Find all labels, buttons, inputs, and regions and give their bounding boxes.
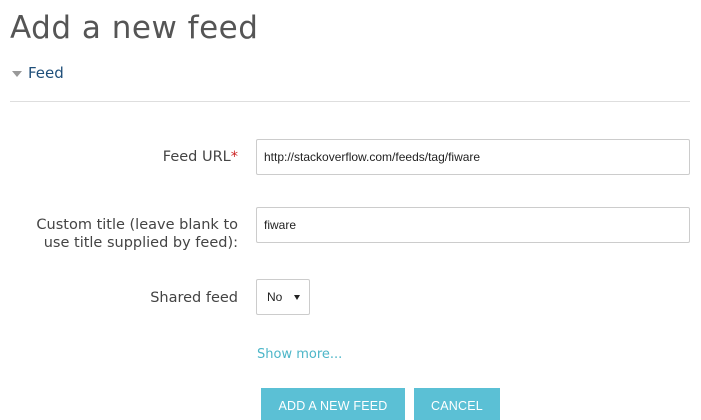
dropdown-arrow-icon (294, 295, 300, 300)
feed-url-label: Feed URL* (163, 148, 238, 166)
add-feed-button[interactable]: ADD A NEW FEED (261, 388, 405, 420)
shared-feed-selected-value: No (267, 290, 283, 304)
required-marker: * (230, 149, 238, 165)
custom-title-label-line2: use title supplied by feed): (43, 235, 238, 251)
shared-feed-select[interactable]: No (256, 279, 310, 315)
show-more-link[interactable]: Show more... (257, 347, 342, 362)
custom-title-input[interactable] (256, 207, 690, 243)
caret-down-icon (12, 70, 22, 77)
section-label: Feed (28, 64, 64, 82)
section-toggle-feed[interactable]: Feed (12, 64, 64, 82)
section-divider (10, 101, 690, 102)
custom-title-label: Custom title (leave blank to use title s… (36, 216, 238, 252)
cancel-button[interactable]: CANCEL (414, 388, 500, 420)
page: Add a new feed Feed Feed URL* Custom tit… (0, 0, 701, 420)
feed-url-input[interactable] (256, 139, 690, 175)
page-title: Add a new feed (10, 10, 259, 46)
custom-title-label-line1: Custom title (leave blank to (36, 217, 238, 233)
feed-url-label-text: Feed URL (162, 149, 231, 165)
shared-feed-label: Shared feed (150, 290, 238, 306)
